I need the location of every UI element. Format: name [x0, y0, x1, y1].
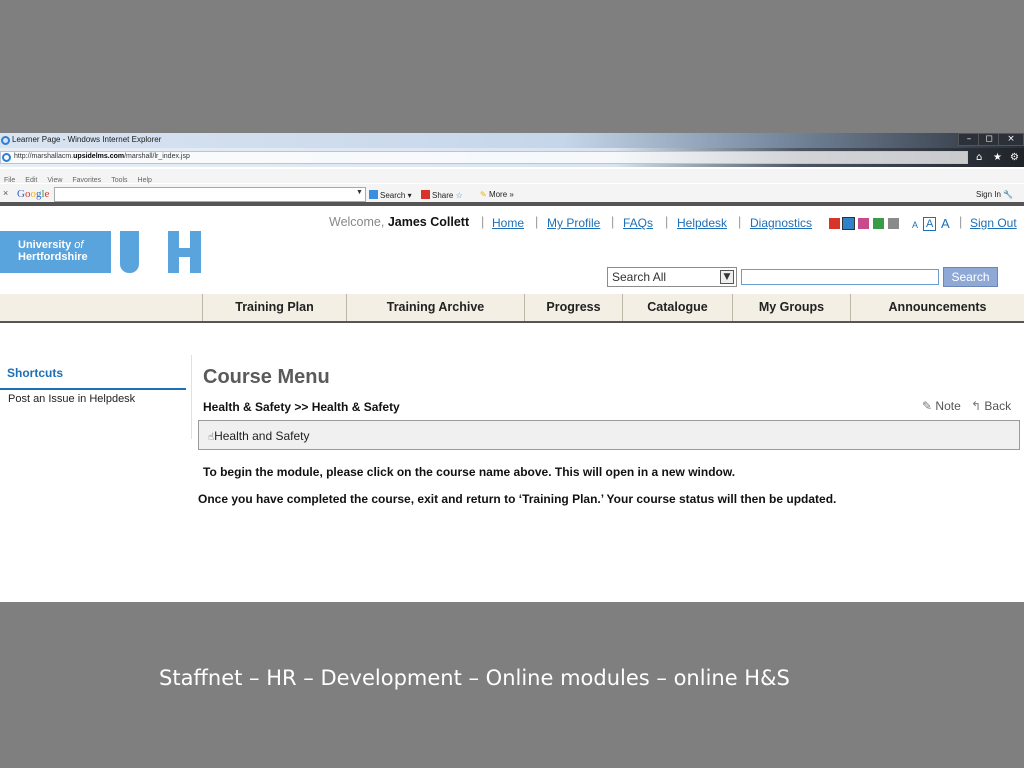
favorites-star-icon[interactable]: ★: [993, 152, 1002, 163]
instruction-begin: To begin the module, please click on the…: [203, 465, 736, 479]
back-button[interactable]: ↰ Back: [971, 399, 1011, 413]
back-arrow-icon: ↰: [971, 399, 982, 413]
breadcrumb: Health & Safety >> Health & Safety: [203, 400, 400, 414]
note-pencil-icon: ✎: [922, 399, 933, 413]
my-profile-link[interactable]: My Profile: [547, 216, 600, 230]
shortcuts-divider: [0, 388, 186, 390]
theme-grey-swatch[interactable]: [888, 218, 899, 229]
tab-announcements[interactable]: Announcements: [850, 294, 1024, 321]
maximize-button[interactable]: ◻: [978, 133, 1000, 146]
close-window-button[interactable]: ×: [998, 133, 1024, 146]
main-navigation: Training Plan Training Archive Progress …: [0, 294, 1024, 323]
theme-pink-swatch[interactable]: [858, 218, 869, 229]
pencil-icon: ✎: [480, 190, 487, 199]
theme-green-swatch[interactable]: [873, 218, 884, 229]
tab-my-groups[interactable]: My Groups: [732, 294, 850, 321]
logo-u-shape: [120, 231, 139, 273]
slide-caption: Staffnet – HR – Development – Online mod…: [159, 666, 790, 690]
more-button[interactable]: ✎ More »: [480, 190, 514, 199]
sidebar-divider: [191, 355, 192, 439]
tab-training-archive[interactable]: Training Archive: [346, 294, 524, 321]
sign-in-link[interactable]: Sign In 🔧: [976, 190, 1013, 199]
note-button[interactable]: ✎ Note: [922, 399, 961, 413]
shortcuts-heading: Shortcuts: [7, 366, 64, 380]
sign-out-link[interactable]: Sign Out: [970, 216, 1017, 230]
share-button[interactable]: Share ☆: [421, 190, 463, 200]
university-logo[interactable]: University of Hertfordshire: [0, 231, 111, 273]
welcome-text: Welcome, James Collett: [329, 215, 470, 229]
google-search-input[interactable]: [54, 187, 366, 202]
font-medium-button[interactable]: A: [923, 217, 937, 231]
helpdesk-link[interactable]: Helpdesk: [677, 216, 727, 230]
close-toolbar-icon[interactable]: ×: [3, 188, 8, 198]
theme-red-swatch[interactable]: [829, 218, 840, 229]
star-icon: ☆: [455, 191, 463, 200]
tab-catalogue[interactable]: Catalogue: [622, 294, 732, 321]
theme-blue-swatch[interactable]: [842, 217, 855, 230]
page-title: Course Menu: [203, 366, 330, 388]
search-icon: [369, 190, 378, 199]
faqs-link[interactable]: FAQs: [623, 216, 653, 230]
url-field[interactable]: http://marshallacm.upsidelms.com/marshal…: [0, 151, 968, 164]
search-button[interactable]: Search: [943, 267, 998, 287]
window-title: Learner Page - Windows Internet Explorer: [12, 135, 162, 144]
address-bar: http://marshallacm.upsidelms.com/marshal…: [0, 148, 1024, 167]
page-icon: [2, 153, 11, 162]
search-scope-select[interactable]: Search All ▼: [607, 267, 737, 287]
tab-progress[interactable]: Progress: [524, 294, 622, 321]
tools-gear-icon[interactable]: ⚙: [1010, 152, 1019, 163]
course-link-health-and-safety[interactable]: ☝Health and Safety: [208, 429, 310, 443]
instruction-complete: Once you have completed the course, exit…: [198, 492, 837, 506]
menu-bar: File Edit View Favorites Tools Help: [0, 169, 1024, 184]
font-large-button[interactable]: A: [941, 216, 950, 231]
tab-training-plan[interactable]: Training Plan: [202, 294, 346, 321]
google-search-button[interactable]: Search ▾: [369, 190, 412, 200]
ie-logo-icon: [1, 136, 10, 145]
logo-h-bar: [168, 248, 201, 257]
site-search-input[interactable]: [741, 269, 939, 285]
minimize-button[interactable]: –: [958, 133, 980, 146]
wrench-icon: 🔧: [1003, 190, 1014, 199]
home-link[interactable]: Home: [492, 216, 524, 230]
shortcut-post-issue-link[interactable]: Post an Issue in Helpdesk: [8, 393, 135, 405]
window-title-bar: Learner Page - Windows Internet Explorer…: [0, 133, 1024, 148]
chevron-down-icon: ▼: [720, 270, 734, 284]
font-small-button[interactable]: A: [912, 220, 918, 230]
google-toolbar: × Google ▼ Search ▾ Share ☆ ✎ More » Sig…: [0, 184, 1024, 206]
home-icon[interactable]: ⌂: [976, 152, 982, 163]
diagnostics-link[interactable]: Diagnostics: [750, 216, 812, 230]
chevron-down-icon[interactable]: ▼: [356, 189, 363, 196]
share-icon: [421, 190, 430, 199]
course-list: ☝Health and Safety: [198, 420, 1020, 450]
user-links-row: Welcome, James Collett | Home | My Profi…: [329, 215, 1017, 231]
browser-screenshot: Learner Page - Windows Internet Explorer…: [0, 133, 1024, 602]
google-logo: Google: [17, 188, 50, 200]
url-text: http://marshallacm.upsidelms.com/marshal…: [14, 153, 190, 160]
